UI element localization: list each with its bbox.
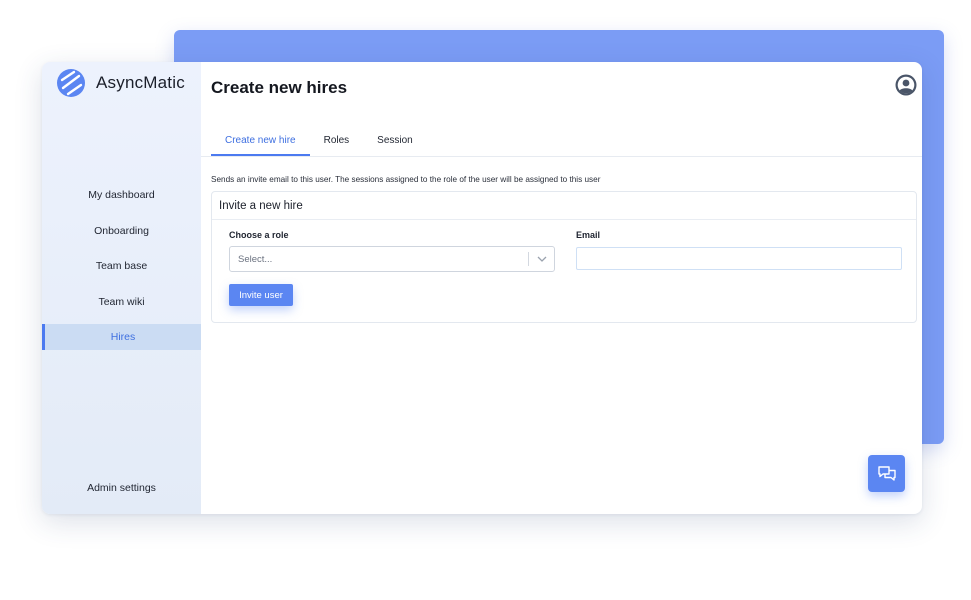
sidebar-item-onboarding[interactable]: Onboarding — [42, 218, 201, 244]
user-avatar-icon[interactable] — [895, 74, 917, 96]
chevron-down-icon[interactable] — [529, 246, 554, 272]
invite-card: Invite a new hire Choose a role Select..… — [211, 191, 917, 323]
tab-divider — [201, 156, 922, 157]
main-content: Create new hires Create new hire Roles S… — [201, 62, 922, 514]
email-field-label: Email — [576, 230, 601, 240]
sidebar-nav: My dashboard Onboarding Team base Team w… — [42, 182, 201, 360]
asyncmatic-logo-icon — [57, 69, 85, 97]
role-select[interactable]: Select... — [229, 246, 555, 272]
app-window: AsyncMatic My dashboard Onboarding Team … — [42, 62, 922, 514]
tab-create-new-hire[interactable]: Create new hire — [211, 130, 310, 156]
role-select-value: Select... — [238, 253, 273, 265]
screenshot-stage: AsyncMatic My dashboard Onboarding Team … — [0, 0, 971, 600]
sidebar: AsyncMatic My dashboard Onboarding Team … — [42, 62, 201, 514]
invite-user-button[interactable]: Invite user — [229, 284, 293, 306]
sidebar-item-my-dashboard[interactable]: My dashboard — [42, 182, 201, 208]
form-description: Sends an invite email to this user. The … — [211, 175, 601, 184]
brand-name: AsyncMatic — [96, 73, 185, 92]
chat-bubbles-icon — [877, 465, 896, 481]
tab-session[interactable]: Session — [363, 130, 427, 156]
sidebar-item-team-wiki[interactable]: Team wiki — [42, 289, 201, 315]
role-field-label: Choose a role — [229, 230, 289, 240]
tab-bar: Create new hire Roles Session — [211, 130, 427, 156]
sidebar-item-team-base[interactable]: Team base — [42, 253, 201, 279]
brand[interactable]: AsyncMatic — [56, 68, 185, 98]
email-field[interactable] — [576, 247, 902, 270]
sidebar-item-admin-settings[interactable]: Admin settings — [42, 482, 201, 494]
invite-card-title: Invite a new hire — [212, 192, 916, 220]
tab-roles[interactable]: Roles — [310, 130, 364, 156]
sidebar-item-hires[interactable]: Hires — [42, 324, 201, 351]
chat-button[interactable] — [868, 455, 905, 492]
page-title: Create new hires — [211, 78, 348, 97]
